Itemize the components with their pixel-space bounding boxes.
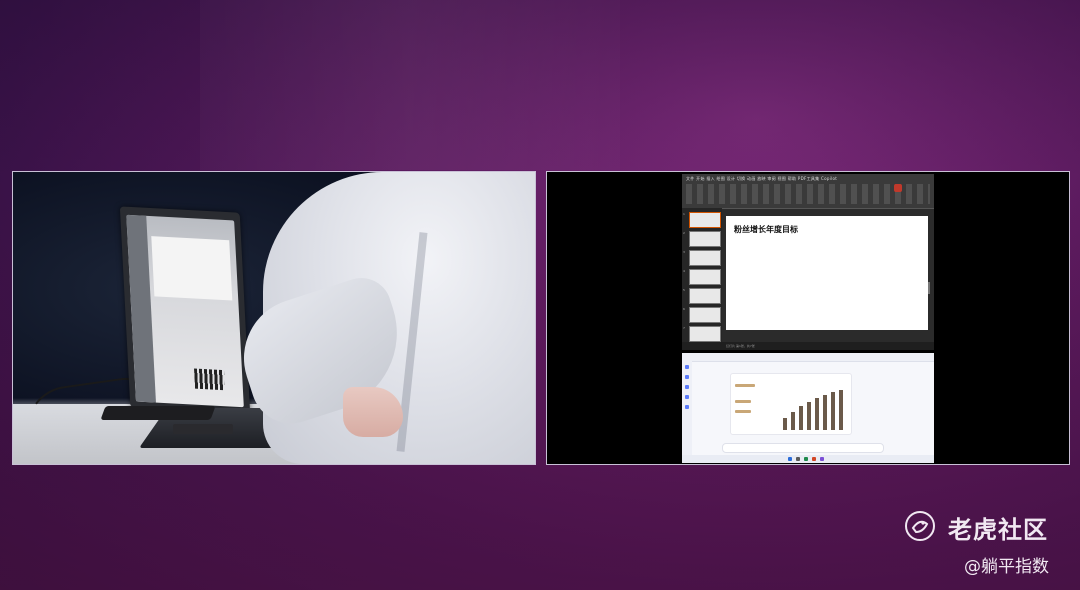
- slide-thumbnail-number: 1: [683, 212, 685, 216]
- card-tag: [735, 400, 751, 403]
- laptop-screen-slide: [151, 236, 233, 301]
- screen-share-panel: 文件 开始 插入 绘图 设计 切换 动画 放映 审阅 视图 帮助 PDF工具集 …: [546, 171, 1070, 465]
- slide-thumbnail[interactable]: [689, 250, 721, 266]
- usb-hub: [100, 406, 216, 420]
- chat-sidebar-icon[interactable]: [685, 385, 689, 389]
- laptop-screen-frame: [119, 206, 251, 414]
- slide-canvas[interactable]: 粉丝增长年度目标: [726, 216, 928, 330]
- chat-sidebar-icon[interactable]: [685, 395, 689, 399]
- slide-thumbnail-number: 5: [683, 288, 685, 292]
- mini-chart-bar: [783, 418, 787, 430]
- copilot-icon[interactable]: [894, 184, 902, 192]
- ppt-status-bar: 幻灯片 第1张，共7张: [682, 342, 934, 350]
- mini-chart-bar: [815, 398, 819, 430]
- chat-response-card: [730, 373, 852, 435]
- card-tag: [735, 410, 751, 413]
- tiger-logo-icon: [905, 511, 935, 541]
- slide-thumbnail-number: 3: [683, 250, 685, 254]
- slide-thumbnail[interactable]: [689, 307, 721, 323]
- slide-thumbnail-number: 2: [683, 231, 685, 235]
- presenter-video-panel: [12, 171, 536, 465]
- background-highlight: [200, 0, 620, 170]
- start-icon[interactable]: [788, 457, 792, 461]
- brand-watermark: 老虎社区: [904, 506, 1064, 546]
- card-tag: [735, 384, 755, 387]
- mini-chart-bar: [799, 406, 803, 430]
- slide-thumbnail-number: 6: [683, 307, 685, 311]
- search-icon[interactable]: [796, 457, 800, 461]
- slide-thumbnail[interactable]: [689, 288, 721, 304]
- mini-bar-chart: [779, 380, 849, 430]
- slide-thumbnail[interactable]: [689, 212, 721, 228]
- slide-thumbnail-number: 4: [683, 269, 685, 273]
- mini-chart-bar: [807, 402, 811, 430]
- chat-sidebar-icon[interactable]: [685, 405, 689, 409]
- ppt-ribbon-tabs[interactable]: 文件 开始 插入 绘图 设计 切换 动画 放映 审阅 视图 帮助 PDF工具集 …: [686, 176, 837, 182]
- laptop-screen-chart: [194, 368, 226, 391]
- mini-chart-bar: [823, 395, 827, 430]
- chat-sidebar-icon[interactable]: [685, 365, 689, 369]
- ai-chat-window[interactable]: [682, 353, 934, 463]
- mini-chart-bar: [791, 412, 795, 430]
- slide-thumbnail-pane: 1 2 3 4 5 6 7: [682, 208, 722, 350]
- ppt-ribbon: 文件 开始 插入 绘图 设计 切换 动画 放映 审阅 视图 帮助 PDF工具集 …: [682, 174, 934, 209]
- mini-chart-bar: [831, 392, 835, 430]
- laptop-screen: [126, 214, 244, 408]
- powerpoint-icon[interactable]: [812, 457, 816, 461]
- slide-thumbnail[interactable]: [689, 326, 721, 342]
- author-handle: @躺平指数: [964, 557, 1049, 577]
- brand-name: 老虎社区: [948, 516, 1048, 544]
- chat-titlebar: [682, 353, 934, 362]
- chat-input[interactable]: [722, 443, 884, 453]
- slide-thumbnail[interactable]: [689, 269, 721, 285]
- chat-sidebar: [682, 361, 692, 455]
- dongle: [173, 424, 233, 434]
- app-icon[interactable]: [820, 457, 824, 461]
- slide-thumbnail[interactable]: [689, 231, 721, 247]
- mini-chart-bar: [839, 390, 843, 430]
- powerpoint-window[interactable]: 文件 开始 插入 绘图 设计 切换 动画 放映 审阅 视图 帮助 PDF工具集 …: [682, 174, 934, 350]
- app-icon[interactable]: [804, 457, 808, 461]
- slide-title[interactable]: 粉丝增长年度目标: [734, 224, 798, 235]
- slide-scrollbar[interactable]: [928, 282, 930, 294]
- slide-thumbnail-number: 7: [683, 326, 685, 330]
- chat-sidebar-icon[interactable]: [685, 375, 689, 379]
- windows-taskbar: [682, 455, 934, 463]
